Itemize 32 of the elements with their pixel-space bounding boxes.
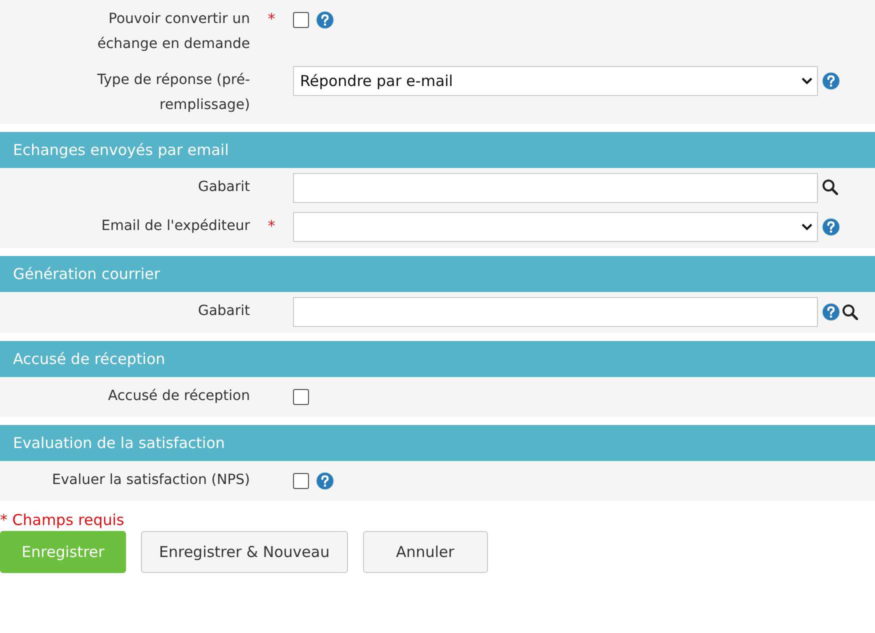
search-icon[interactable] [842, 304, 858, 320]
help-icon[interactable] [316, 11, 334, 29]
select-field[interactable]: Répondre par e-mail [293, 66, 818, 96]
section-header: Génération courrier [0, 256, 875, 292]
required-mark: * [268, 216, 276, 235]
field-label: Pouvoir convertir un échange en demande [96, 10, 250, 54]
section-header: Echanges envoyés par email [0, 132, 875, 168]
caret-icon [801, 77, 813, 85]
input-field[interactable] [293, 297, 818, 327]
checkbox[interactable] [293, 12, 309, 28]
help-icon[interactable] [822, 72, 840, 90]
field-label: Gabarit [196, 302, 250, 321]
section-header: Accusé de réception [0, 341, 875, 377]
field-label: Accusé de réception [107, 387, 250, 406]
action-button[interactable]: Enregistrer & Nouveau [141, 531, 348, 573]
input-field[interactable] [293, 173, 818, 203]
help-icon[interactable] [822, 218, 840, 236]
help-icon[interactable] [822, 303, 840, 321]
required-mark: * [268, 9, 276, 28]
checkbox[interactable] [293, 389, 309, 405]
field-label: Email de l'expéditeur [100, 217, 250, 236]
checkbox[interactable] [293, 473, 309, 489]
field-label: Evaluer la satisfaction (NPS) [51, 471, 250, 490]
field-label: Gabarit [196, 178, 250, 197]
help-icon[interactable] [316, 472, 334, 490]
section-header: Evaluation de la satisfaction [0, 425, 875, 461]
search-icon[interactable] [822, 179, 838, 195]
action-button[interactable]: Annuler [362, 531, 488, 573]
select-field[interactable] [293, 212, 818, 242]
required-note: * Champs requis [0, 511, 126, 529]
caret-icon [801, 223, 813, 231]
field-label: Type de réponse (pré-remplissage) [96, 71, 250, 115]
